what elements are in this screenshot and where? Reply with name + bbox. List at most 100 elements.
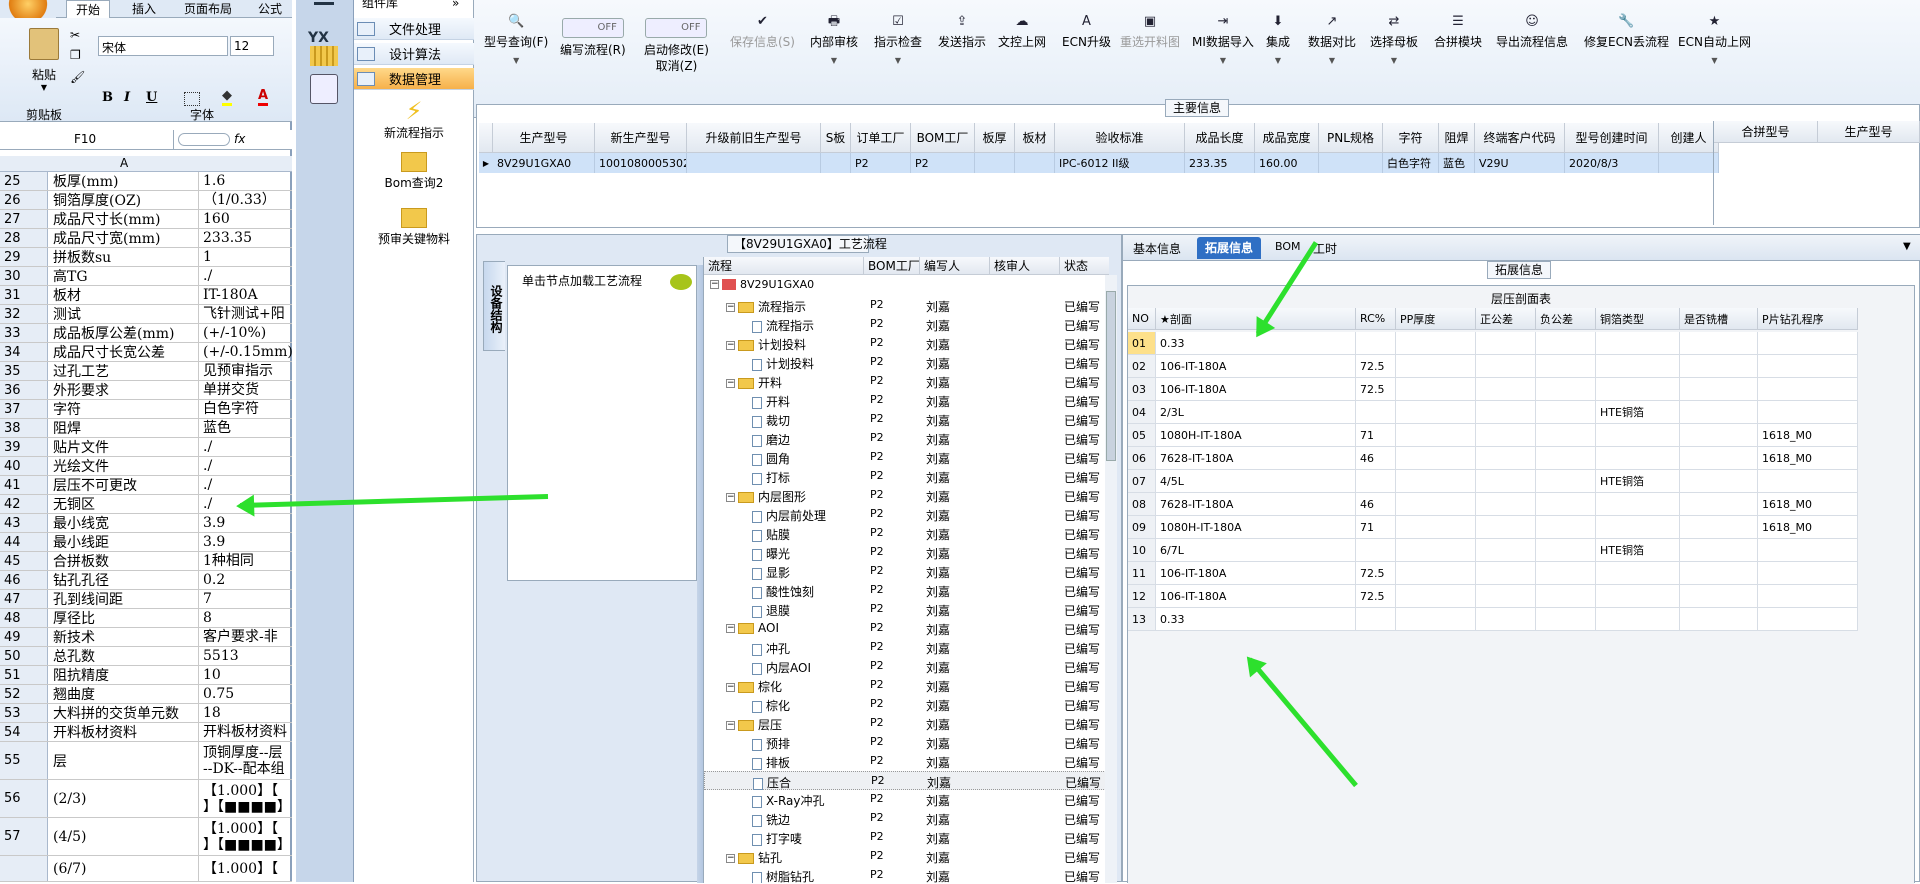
sheet-row[interactable]: 28 成品尺寸宽(mm) 233.35 [0, 229, 292, 248]
row-number[interactable]: 29 [0, 248, 48, 266]
cell-b[interactable]: 0.2 [200, 571, 292, 589]
tree-node[interactable]: 圆角 [752, 450, 790, 467]
sheet-row[interactable]: 34 成品尺寸长宽公差 (+/-0.15mm) [0, 343, 292, 362]
stackup-row[interactable]: 06 7628-IT-180A 46 1618_M0 [1128, 447, 1858, 470]
grid-cell[interactable]: P2 [911, 153, 975, 173]
row-number[interactable]: 39 [0, 438, 48, 456]
stackup-cell[interactable]: 07 [1128, 470, 1156, 492]
stackup-cell[interactable] [1596, 585, 1680, 607]
cell-b[interactable]: 顶铜厚度--层 --DK--配本组 [200, 742, 292, 779]
toolbar-button-9[interactable]: ▣ 重选开料图 [1120, 14, 1180, 50]
stackup-cell[interactable] [1476, 539, 1536, 561]
tree-column-header[interactable]: 编写人 [920, 257, 990, 275]
cell-b[interactable]: 【1.000】【 [200, 856, 292, 881]
tree-node[interactable]: − 开料 [726, 374, 782, 391]
stackup-cell[interactable] [1356, 470, 1396, 492]
grid-cell[interactable] [1319, 153, 1383, 173]
tab-basic-info[interactable]: 基本信息 [1133, 240, 1181, 257]
cell-a[interactable]: 阻焊 [49, 419, 199, 437]
row-number[interactable]: 46 [0, 571, 48, 589]
tree-node[interactable]: 树脂钻孔 [752, 868, 814, 883]
sheet-row[interactable]: 33 成品板厚公差(mm) (+/-10%) [0, 324, 292, 343]
cell-a[interactable]: 阻抗精度 [49, 666, 199, 684]
stackup-cell[interactable] [1680, 516, 1758, 538]
underline-button[interactable]: U [146, 90, 157, 105]
chevron-down-icon[interactable]: ▼ [1192, 56, 1254, 65]
toggle-switch[interactable]: OFF [561, 18, 624, 38]
stackup-cell[interactable] [1758, 401, 1858, 423]
collapse-icon[interactable]: − [726, 624, 735, 633]
copy-icon[interactable]: ❐ [70, 48, 81, 62]
stackup-cell[interactable] [1536, 470, 1596, 492]
stackup-cell[interactable] [1680, 608, 1758, 630]
stackup-row[interactable]: 01 0.33 [1128, 332, 1858, 355]
tool-new-process[interactable]: ⚡ 新流程指示 [354, 98, 474, 141]
sheet-row[interactable]: 47 孔到线间距 7 [0, 590, 292, 609]
toolbar-button-6[interactable]: ⇪ 发送指示 [938, 14, 986, 50]
tree-column-header[interactable]: 状态 [1060, 257, 1109, 275]
cell-a[interactable]: 大料拼的交货单元数 [49, 704, 199, 722]
column-header[interactable]: 订单工厂 [851, 123, 911, 153]
stackup-cell[interactable]: 71 [1356, 516, 1396, 538]
tab-extended-info[interactable]: 拓展信息 [1197, 237, 1262, 259]
grid-cell[interactable]: P2 [851, 153, 911, 173]
stackup-cell[interactable] [1536, 378, 1596, 400]
cell-b[interactable]: 233.35 [200, 229, 292, 247]
toolbar-button-10[interactable]: ⇥ MI数据导入 ▼ [1192, 14, 1254, 65]
cell-a[interactable]: 铜箔厚度(OZ) [49, 191, 199, 209]
stackup-cell[interactable] [1680, 585, 1758, 607]
column-header[interactable]: 终端客户代码 [1475, 123, 1565, 153]
stackup-cell[interactable] [1536, 355, 1596, 377]
stackup-cell[interactable] [1680, 562, 1758, 584]
column-header[interactable]: 成品宽度 [1255, 123, 1319, 153]
tree-row[interactable]: 磨边 P2 刘嘉 已编写 [704, 429, 1109, 448]
stackup-cell[interactable] [1680, 470, 1758, 492]
stackup-cell[interactable]: HTE铜箔 [1596, 470, 1680, 492]
stackup-cell[interactable]: 05 [1128, 424, 1156, 446]
row-number[interactable]: 40 [0, 457, 48, 475]
tree-column-header[interactable]: 核审人 [990, 257, 1060, 275]
tree-row[interactable]: 内层前处理 P2 刘嘉 已编写 [704, 505, 1109, 524]
cell-a[interactable]: 厚径比 [49, 609, 199, 627]
stackup-cell[interactable] [1396, 401, 1476, 423]
stackup-cell[interactable] [1758, 585, 1858, 607]
tree-row[interactable]: 裁切 P2 刘嘉 已编写 [704, 410, 1109, 429]
stackup-cell[interactable]: 7628-IT-180A [1156, 493, 1356, 515]
column-header[interactable]: 生产型号 [1818, 121, 1920, 143]
grid-cell[interactable]: 白色字符 [1383, 153, 1439, 173]
tree-row[interactable]: 退膜 P2 刘嘉 已编写 [704, 600, 1109, 619]
cell-a[interactable]: 贴片文件 [49, 438, 199, 456]
cell-a[interactable]: 翘曲度 [49, 685, 199, 703]
stackup-cell[interactable] [1356, 332, 1396, 354]
stackup-cell[interactable] [1596, 332, 1680, 354]
tree-row[interactable]: 预排 P2 刘嘉 已编写 [704, 733, 1109, 752]
row-number[interactable] [0, 856, 48, 881]
italic-button[interactable]: I [124, 90, 130, 105]
stackup-cell[interactable] [1396, 447, 1476, 469]
stackup-column-header[interactable]: P片钻孔程序 [1758, 308, 1858, 330]
toolbar-button-4[interactable]: 🖶 内部审核 ▼ [810, 14, 858, 65]
grid-cell[interactable]: 233.35 [1185, 153, 1255, 173]
bold-button[interactable]: B [102, 90, 113, 105]
stackup-cell[interactable] [1396, 539, 1476, 561]
stackup-column-header[interactable]: RC% [1356, 308, 1396, 330]
sheet-row[interactable]: 35 过孔工艺 见预审指示 [0, 362, 292, 381]
row-number[interactable]: 25 [0, 172, 48, 190]
cell-b[interactable]: 1.6 [200, 172, 292, 190]
cell-b[interactable]: 【1.000】【 】【■■■■】【 [200, 818, 292, 855]
tree-node[interactable]: 打字唛 [752, 830, 802, 847]
collapse-icon[interactable]: − [726, 493, 735, 502]
stackup-cell[interactable] [1680, 378, 1758, 400]
sheet-row[interactable]: 38 阻焊 蓝色 [0, 419, 292, 438]
row-number[interactable]: 38 [0, 419, 48, 437]
tree-row[interactable]: 打标 P2 刘嘉 已编写 [704, 467, 1109, 486]
tree-node[interactable]: X-Ray冲孔 [752, 792, 824, 809]
chevron-down-icon[interactable]: ▼ [1370, 56, 1418, 65]
stackup-cell[interactable] [1476, 355, 1536, 377]
stackup-cell[interactable] [1536, 447, 1596, 469]
stackup-cell[interactable] [1476, 401, 1536, 423]
stackup-cell[interactable]: 1080H-IT-180A [1156, 516, 1356, 538]
cell-a[interactable]: 板材 [49, 286, 199, 304]
stackup-cell[interactable] [1356, 401, 1396, 423]
cell-b[interactable]: ./ [200, 267, 292, 285]
